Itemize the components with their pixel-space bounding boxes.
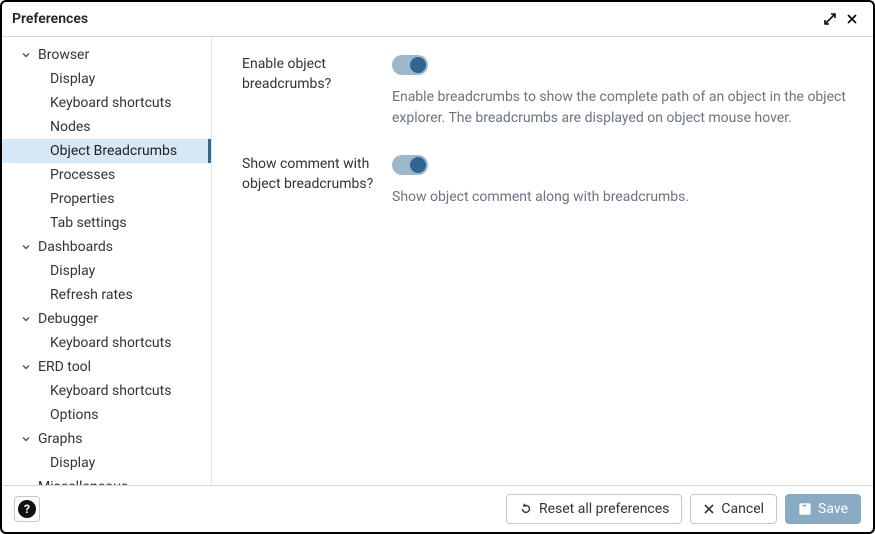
dialog-footer: ? Reset all preferences Cancel [2,485,873,532]
pref-label: Enable object breadcrumbs? [242,55,392,129]
toggle-knob [410,57,426,73]
save-button[interactable]: Save [785,494,861,524]
tree-group-header[interactable]: Graphs [2,427,211,451]
pref-description: Show object comment along with breadcrum… [392,187,849,208]
help-button[interactable]: ? [14,496,40,522]
tree-group-label: Miscellaneous [38,479,128,485]
save-icon [798,502,812,516]
reset-icon [519,502,533,516]
dialog-header: Preferences [2,2,873,37]
help-icon: ? [18,500,36,518]
tree-group-header[interactable]: Browser [2,43,211,67]
close-icon[interactable] [841,8,863,30]
tree-child[interactable]: Keyboard shortcuts [2,91,211,115]
dialog-title: Preferences [12,11,819,27]
tree-group-label: Graphs [38,431,82,447]
close-icon [703,503,715,515]
pref-label: Show comment with object breadcrumbs? [242,155,392,208]
tree-child[interactable]: Processes [2,163,211,187]
pref-row: Enable object breadcrumbs?Enable breadcr… [242,55,849,129]
tree-group-header[interactable]: Debugger [2,307,211,331]
cancel-label: Cancel [721,501,764,517]
preferences-dialog: Preferences BrowserDisplayKeyboard short… [0,0,875,534]
tree-group-label: Debugger [38,311,98,327]
reset-preferences-button[interactable]: Reset all preferences [506,494,682,524]
chevron-down-icon [20,361,32,373]
chevron-down-icon [20,433,32,445]
pref-row: Show comment with object breadcrumbs?Sho… [242,155,849,208]
toggle-knob [410,157,426,173]
tree-group-label: ERD tool [38,359,91,375]
chevron-down-icon [20,313,32,325]
tree-child[interactable]: Properties [2,187,211,211]
chevron-down-icon [20,49,32,61]
tree-child[interactable]: Refresh rates [2,283,211,307]
sidebar[interactable]: BrowserDisplayKeyboard shortcutsNodesObj… [2,37,212,485]
tree-child[interactable]: Nodes [2,115,211,139]
tree-child[interactable]: Display [2,259,211,283]
tree-child[interactable]: Object Breadcrumbs [2,139,211,163]
tree-child[interactable]: Keyboard shortcuts [2,379,211,403]
tree-child[interactable]: Tab settings [2,211,211,235]
tree-child[interactable]: Keyboard shortcuts [2,331,211,355]
chevron-down-icon [20,241,32,253]
content-panel: Enable object breadcrumbs?Enable breadcr… [212,37,873,485]
tree-group-label: Dashboards [38,239,113,255]
toggle-switch[interactable] [392,55,428,75]
toggle-switch[interactable] [392,155,428,175]
tree-group-header[interactable]: ERD tool [2,355,211,379]
tree-group-label: Browser [38,47,89,63]
tree-child[interactable]: Display [2,451,211,475]
pref-value: Show object comment along with breadcrum… [392,155,849,208]
cancel-button[interactable]: Cancel [690,494,777,524]
maximize-icon[interactable] [819,8,841,30]
tree-child[interactable]: Display [2,67,211,91]
tree-child[interactable]: Options [2,403,211,427]
chevron-down-icon [20,481,32,485]
save-label: Save [818,501,848,517]
tree-group-header[interactable]: Dashboards [2,235,211,259]
tree-group-header[interactable]: Miscellaneous [2,475,211,485]
dialog-body: BrowserDisplayKeyboard shortcutsNodesObj… [2,37,873,485]
pref-value: Enable breadcrumbs to show the complete … [392,55,849,129]
pref-description: Enable breadcrumbs to show the complete … [392,87,849,129]
reset-preferences-label: Reset all preferences [539,501,669,517]
